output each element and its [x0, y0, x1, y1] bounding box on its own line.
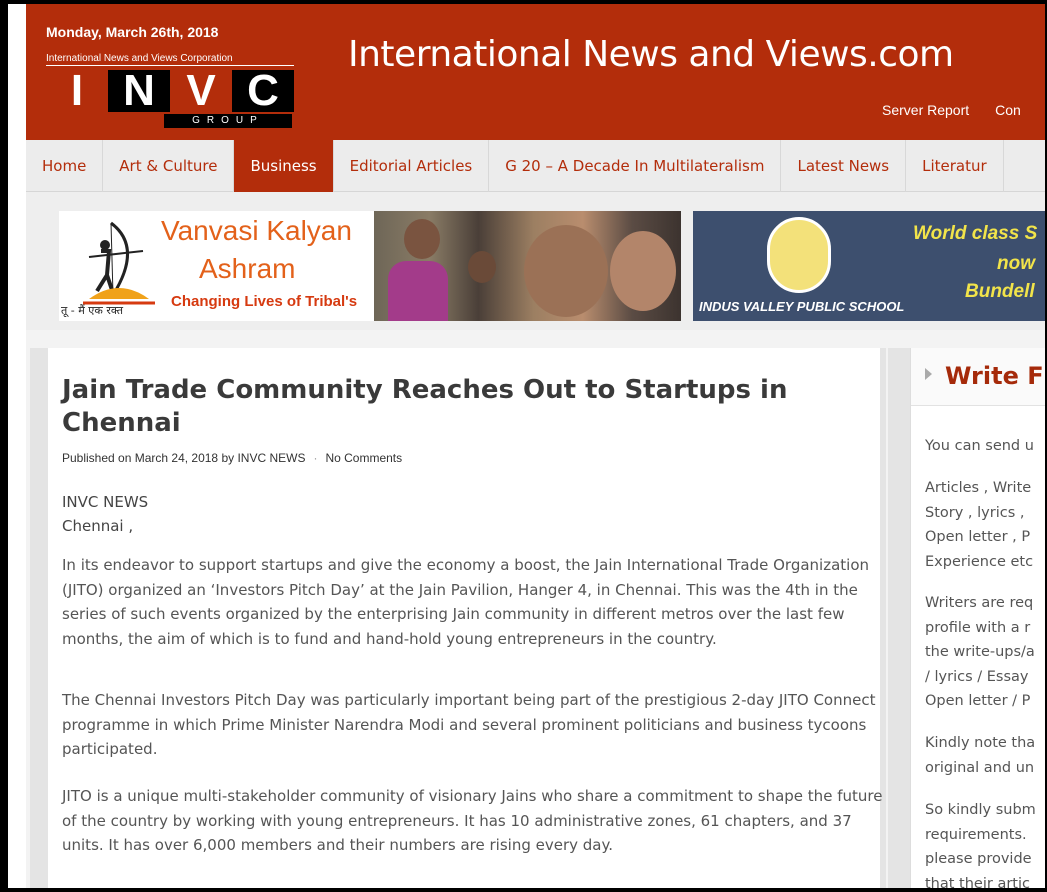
sidebar-text-block: Kindly note tha original and un	[925, 735, 1036, 776]
meta-separator: ·	[313, 451, 318, 465]
ad-banner-strip: Vanvasi Kalyan Ashram Changing Lives of …	[26, 192, 1045, 330]
school-crest-icon	[767, 217, 831, 293]
top-link-server-report[interactable]: Server Report	[882, 102, 969, 118]
logo-letter: C	[232, 66, 294, 115]
sidebar-text-block: So kindly subm requirements. please prov…	[925, 802, 1036, 888]
nav-editorial-articles[interactable]: Editorial Articles	[334, 140, 490, 192]
nav-g20[interactable]: G 20 – A Decade In Multilateralism	[489, 140, 782, 192]
site-header: Monday, March 26th, 2018 International N…	[26, 4, 1045, 140]
ad2-headline-line3: Bundell	[965, 281, 1035, 302]
nav-business[interactable]: Business	[234, 140, 334, 192]
sidebar-text-block: Articles , Write Story , lyrics , Open l…	[925, 480, 1034, 570]
article-title: Jain Trade Community Reaches Out to Star…	[62, 375, 788, 438]
byline-source: INVC NEWS	[62, 493, 149, 511]
sidebar-text-block: Writers are req profile with a r the wri…	[925, 595, 1035, 709]
ad1-tagline: Changing Lives of Tribal's	[171, 293, 358, 310]
article-paragraph: JITO is a unique multi-stakeholder commu…	[62, 787, 883, 854]
logo-letter: N	[108, 66, 170, 115]
article-byline: INVC NEWS Chennai ,	[62, 490, 148, 538]
sidebar-title: Write F	[945, 362, 1044, 390]
ad2-headline-line1: World class S	[913, 223, 1038, 244]
logo-letter: I	[46, 66, 108, 115]
article: Jain Trade Community Reaches Out to Star…	[48, 348, 882, 888]
nav-latest-news[interactable]: Latest News	[781, 140, 907, 192]
byline-city: Chennai ,	[62, 517, 134, 535]
browser-frame: Monday, March 26th, 2018 International N…	[8, 4, 1045, 888]
logo-letters: I N V C	[46, 66, 294, 115]
logo-group-label: GROUP	[164, 114, 292, 128]
sidebar-header: Write F	[911, 348, 1045, 406]
nav-art-culture[interactable]: Art & Culture	[103, 140, 235, 192]
article-meta: Published on March 24, 2018 by INVC NEWS…	[62, 451, 402, 465]
main-nav: Home Art & Culture Business Editorial Ar…	[26, 140, 1045, 192]
nav-literature[interactable]: Literatur	[906, 140, 1004, 192]
sidebar-write-for-us: Write F You can send u Articles , Write …	[910, 348, 1045, 888]
published-info: Published on March 24, 2018 by INVC NEWS	[62, 451, 306, 465]
current-date: Monday, March 26th, 2018	[46, 24, 219, 40]
ad1-name-line1: Vanvasi Kalyan	[161, 215, 352, 246]
nav-home[interactable]: Home	[26, 140, 104, 192]
invc-logo[interactable]: International News and Views Corporation…	[46, 52, 294, 132]
ad2-headline-line2: now	[997, 253, 1035, 274]
logo-subtitle: International News and Views Corporation	[46, 52, 294, 66]
ad1-name-line2: Ashram	[199, 253, 296, 284]
comments-link[interactable]: No Comments	[325, 451, 402, 465]
article-paragraph: In its endeavor to support startups and …	[62, 556, 870, 648]
tribal-people-photo	[374, 211, 681, 321]
indus-valley-school-ad[interactable]: INDUS VALLEY PUBLIC SCHOOL World class S…	[693, 211, 1045, 321]
ad2-school-name: INDUS VALLEY PUBLIC SCHOOL	[699, 299, 905, 314]
article-paragraph: The Chennai Investors Pitch Day was part…	[62, 691, 876, 758]
site-title[interactable]: International News and Views.com	[348, 34, 954, 75]
archer-logo-icon	[83, 221, 155, 305]
triangle-right-icon	[925, 368, 932, 380]
vanvasi-kalyan-ad[interactable]: Vanvasi Kalyan Ashram Changing Lives of …	[59, 211, 681, 321]
ad1-hindi-slogan: तू - मैं एक रक्त	[61, 304, 123, 317]
sidebar-text-block: You can send u	[925, 438, 1034, 454]
top-links: Server Report Con	[882, 102, 1045, 118]
logo-letter: V	[170, 66, 232, 115]
top-link-con[interactable]: Con	[995, 102, 1021, 118]
